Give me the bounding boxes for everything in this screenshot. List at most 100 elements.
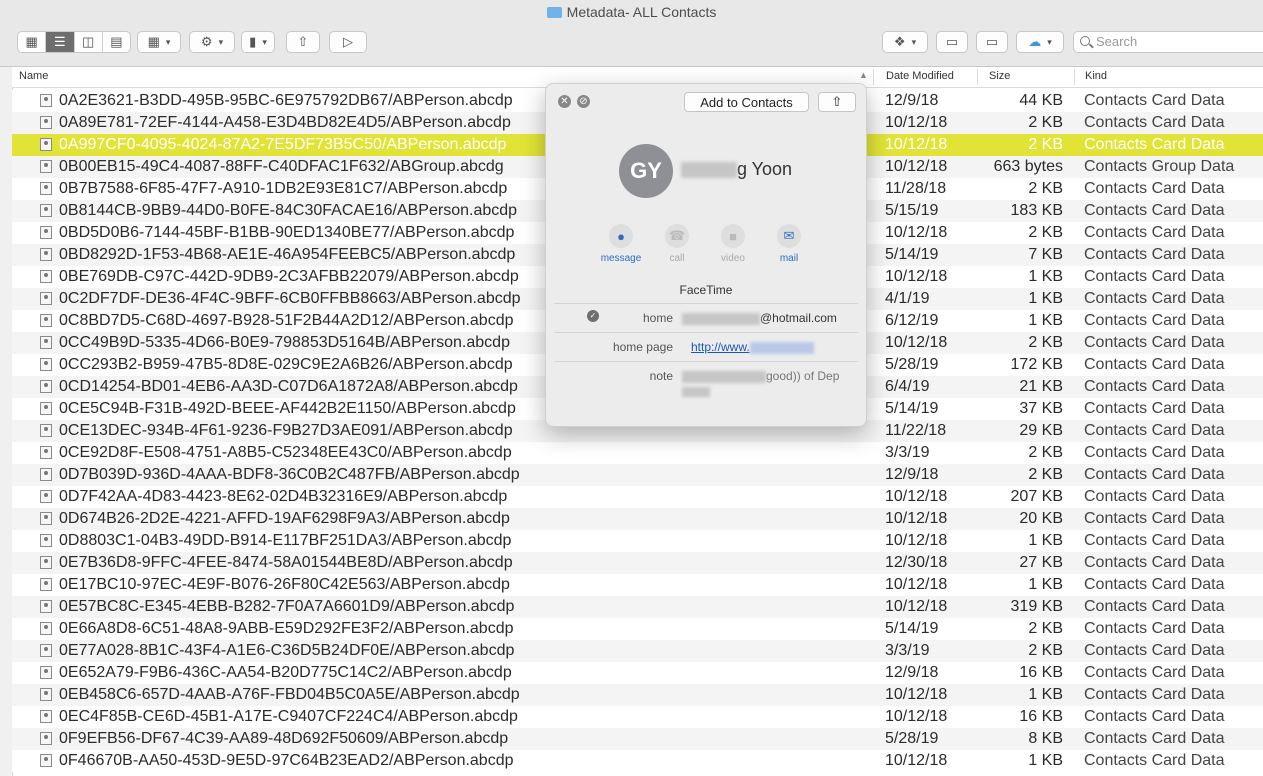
contact-file-icon [40,314,52,327]
home-page-link[interactable]: http://www. [691,340,814,354]
search-field[interactable]: Search [1073,31,1263,53]
file-name: 0B7B7588-6F85-47F7-A910-1DB2E93E81C7/ABP… [59,180,508,197]
app-button[interactable]: ▮ ▾ [241,31,275,53]
redacted-text [749,341,814,354]
table-row[interactable]: 0D8803C1-04B3-49DD-B914-E117BF251DA3/ABP… [12,530,1263,552]
dropbox-button[interactable]: ❖ ▾ [882,31,928,53]
contact-file-icon [40,424,52,437]
file-size: 319 KB [1010,598,1063,615]
file-kind: Contacts Card Data [1084,730,1225,747]
file-name: 0F46670B-AA50-453D-9E5D-97C64B23EAD2/ABP… [59,752,514,769]
file-kind: Contacts Card Data [1084,554,1225,571]
share-icon: ⇧ [831,94,843,109]
file-name: 0C8BD7D5-C68D-4697-B928-51F2B44A2D12/ABP… [59,312,514,329]
column-size[interactable]: Size [989,70,1010,82]
table-row[interactable]: 0E57BC8C-E345-4EBB-B282-7F0A7A6601D9/ABP… [12,596,1263,618]
add-to-contacts-button[interactable]: Add to Contacts [684,92,809,112]
file-kind: Contacts Card Data [1084,488,1225,505]
table-row[interactable]: 0EB458C6-657D-4AAB-A76F-FBD04B5C0A5E/ABP… [12,684,1263,706]
redacted-text [682,370,766,383]
mail-action[interactable]: ✉ mail [764,224,814,264]
file-kind: Contacts Card Data [1084,510,1225,527]
file-date: 11/22/18 [885,422,947,439]
file-kind: Contacts Card Data [1084,752,1225,769]
file-name: 0D674B26-2D2E-4221-AFFD-19AF6298F9A3/ABP… [59,510,510,527]
window-title: Metadata- ALL Contacts [0,4,1263,20]
file-date: 10/12/18 [885,224,948,241]
facetime-section: FaceTime [679,283,733,297]
table-row[interactable]: 0D674B26-2D2E-4221-AFFD-19AF6298F9A3/ABP… [12,508,1263,530]
file-date: 10/12/18 [885,708,948,725]
table-row[interactable]: 0E77A028-8B1C-43F4-A1E6-C36D5B24DF0E/ABP… [12,640,1263,662]
column-view-icon[interactable]: ◫ [75,32,103,52]
group-by-button[interactable]: ▦ ▾ [137,31,181,53]
file-date: 11/28/18 [885,180,947,197]
file-size: 1 KB [1028,752,1063,769]
tags-button[interactable]: ▷ [329,31,367,53]
file-date: 10/12/18 [885,488,948,505]
file-name: 0A2E3621-B3DD-495B-95BC-6E975792DB67/ABP… [59,92,513,109]
contact-quicklook-popup: ✕ ⊘ Add to Contacts ⇧ GY g Yoon ● message… [545,83,867,427]
video-action: ■ video [708,224,758,264]
extension-button-1[interactable]: ▭ [936,31,968,53]
file-kind: Contacts Card Data [1084,92,1225,109]
chevron-down-icon: ▾ [911,36,917,47]
file-size: 8 KB [1028,730,1063,747]
file-name: 0C2DF7DF-DE36-4F4C-9BFF-6CB0FFBB8663/ABP… [59,290,521,307]
column-kind[interactable]: Kind [1085,70,1107,82]
file-date: 12/30/18 [885,554,948,571]
table-row[interactable]: 0F46670B-AA50-453D-9E5D-97C64B23EAD2/ABP… [12,750,1263,772]
grid-icon: ▦ [147,34,160,49]
view-mode-control[interactable]: ▦ ☰ ◫ ▤ [17,31,131,53]
close-icon[interactable]: ✕ [558,95,571,108]
file-size: 21 KB [1019,378,1063,395]
contact-file-icon [40,182,52,195]
list-view-icon[interactable]: ☰ [46,32,75,52]
table-row[interactable]: 0F9EFB56-DF67-4C39-AA89-48D692F50609/ABP… [12,728,1263,750]
table-row[interactable]: 0D7F42AA-4D83-4423-8E62-02D4B32316E9/ABP… [12,486,1263,508]
home-email-value[interactable]: @hotmail.com [682,311,837,325]
file-size: 37 KB [1019,400,1063,417]
cloud-button[interactable]: ☁ ▾ [1016,31,1064,53]
contact-file-icon [40,600,52,613]
icon-view-icon[interactable]: ▦ [18,32,47,52]
table-row[interactable]: 0EC4F85B-CE6D-45B1-A17E-C9407CF224C4/ABP… [12,706,1263,728]
contact-file-icon [40,292,52,305]
contact-file-icon [40,336,52,349]
file-date: 10/12/18 [885,686,948,703]
contact-file-icon [40,732,52,745]
share-button[interactable]: ⇧ [286,31,320,53]
file-size: 16 KB [1019,664,1063,681]
file-name: 0CE5C94B-F31B-492D-BEEE-AF442B2E1150/ABP… [59,400,516,417]
file-kind: Contacts Card Data [1084,268,1225,285]
contact-name: g Yoon [681,159,792,180]
table-row[interactable]: 0E66A8D8-6C51-48A8-9ABB-E59D292FE3F2/ABP… [12,618,1263,640]
column-date-modified[interactable]: Date Modified [886,70,954,82]
table-row[interactable]: 0D7B039D-936D-4AAA-BDF8-36C0B2C487FB/ABP… [12,464,1263,486]
file-date: 3/3/19 [885,444,930,461]
redacted-text [682,386,710,397]
column-name[interactable]: Name [19,70,48,82]
table-row[interactable]: 0E7B36D8-9FFC-4FEE-8474-58A01544BE8D/ABP… [12,552,1263,574]
contact-file-icon [40,248,52,261]
file-name: 0BE769DB-C97C-442D-9DB9-2C3AFBB22079/ABP… [59,268,519,285]
file-name: 0A997CF0-4095-4024-87A2-7E5DF73B5C50/ABP… [59,136,507,153]
file-date: 10/12/18 [885,752,948,769]
action-button[interactable]: ⚙ ▾ [189,31,235,53]
contact-file-icon [40,534,52,547]
file-size: 2 KB [1028,180,1063,197]
message-action[interactable]: ● message [596,224,646,264]
file-kind: Contacts Card Data [1084,664,1225,681]
file-size: 16 KB [1019,708,1063,725]
file-name: 0F9EFB56-DF67-4C39-AA89-48D692F50609/ABP… [59,730,509,747]
open-in-contacts-icon[interactable]: ⊘ [577,95,590,108]
extension-button-2[interactable]: ▭ [976,31,1008,53]
call-action: ☎ call [652,224,702,264]
table-row[interactable]: 0E17BC10-97EC-4E9F-B076-26F80C42E563/ABP… [12,574,1263,596]
table-row[interactable]: 0CE92D8F-E508-4751-A8B5-C52348EE43C0/ABP… [12,442,1263,464]
share-button[interactable]: ⇧ [818,92,856,112]
table-row[interactable]: 0E652A79-F9B6-436C-AA54-B20D775C14C2/ABP… [12,662,1263,684]
redacted-text [681,162,737,179]
gallery-view-icon[interactable]: ▤ [103,32,130,52]
contact-file-icon [40,358,52,371]
